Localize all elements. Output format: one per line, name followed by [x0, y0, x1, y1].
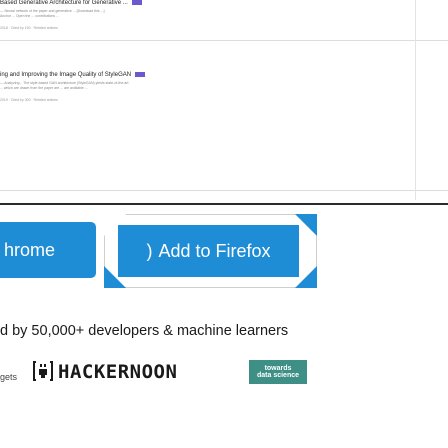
paper-title[interactable]: ing and Improving the Image Quality of S… [0, 72, 146, 78]
frame-corner [295, 214, 317, 236]
add-to-chrome-button[interactable]: hrome [0, 222, 96, 278]
divider [0, 190, 448, 191]
tagline: d by 50,000+ developers & machine learne… [0, 323, 289, 339]
paper-results: Based Generative Architecture for Genera… [0, 0, 448, 200]
paper-snippet: Anchor ... Open the ... contributions ..… [0, 14, 59, 18]
firefox-button-label: Add to Firefox [158, 240, 271, 261]
paper-snippet: — Neural network of the paper and genera… [0, 9, 105, 13]
paper-snippet: — Analyzing... The style-based GAN archi… [0, 81, 129, 85]
tds-line1: towards [264, 364, 292, 372]
hackernoon-wordmark[interactable]: HACKERNOON [58, 361, 177, 383]
firefox-icon: ) [146, 240, 153, 261]
chrome-button-label: hrome [4, 239, 56, 260]
towards-data-science-logo[interactable]: towards data science [249, 360, 307, 384]
frame-corner [295, 266, 317, 288]
frame-corner [104, 266, 126, 288]
widgets-label: gets [0, 372, 18, 382]
pdf-badge-icon[interactable] [135, 72, 146, 77]
scroll-edge [415, 0, 416, 200]
paper-snippet: ... which are drawn from the paper are .… [0, 86, 88, 90]
frame-corner [104, 214, 126, 236]
hackernoon-logo-icon[interactable] [32, 360, 54, 382]
divider [0, 40, 448, 41]
pdf-badge-icon[interactable] [131, 0, 142, 5]
paper-meta: 2019 · Cited by 300 · Related articles [0, 98, 58, 102]
paper-title[interactable]: Based Generative Architecture for Genera… [0, 0, 142, 6]
paper-meta: 2018 · Cited by 150 · Related articles [0, 26, 58, 30]
tds-line2: data science [256, 372, 300, 379]
add-to-firefox-button[interactable]: ) Add to Firefox [118, 225, 299, 277]
